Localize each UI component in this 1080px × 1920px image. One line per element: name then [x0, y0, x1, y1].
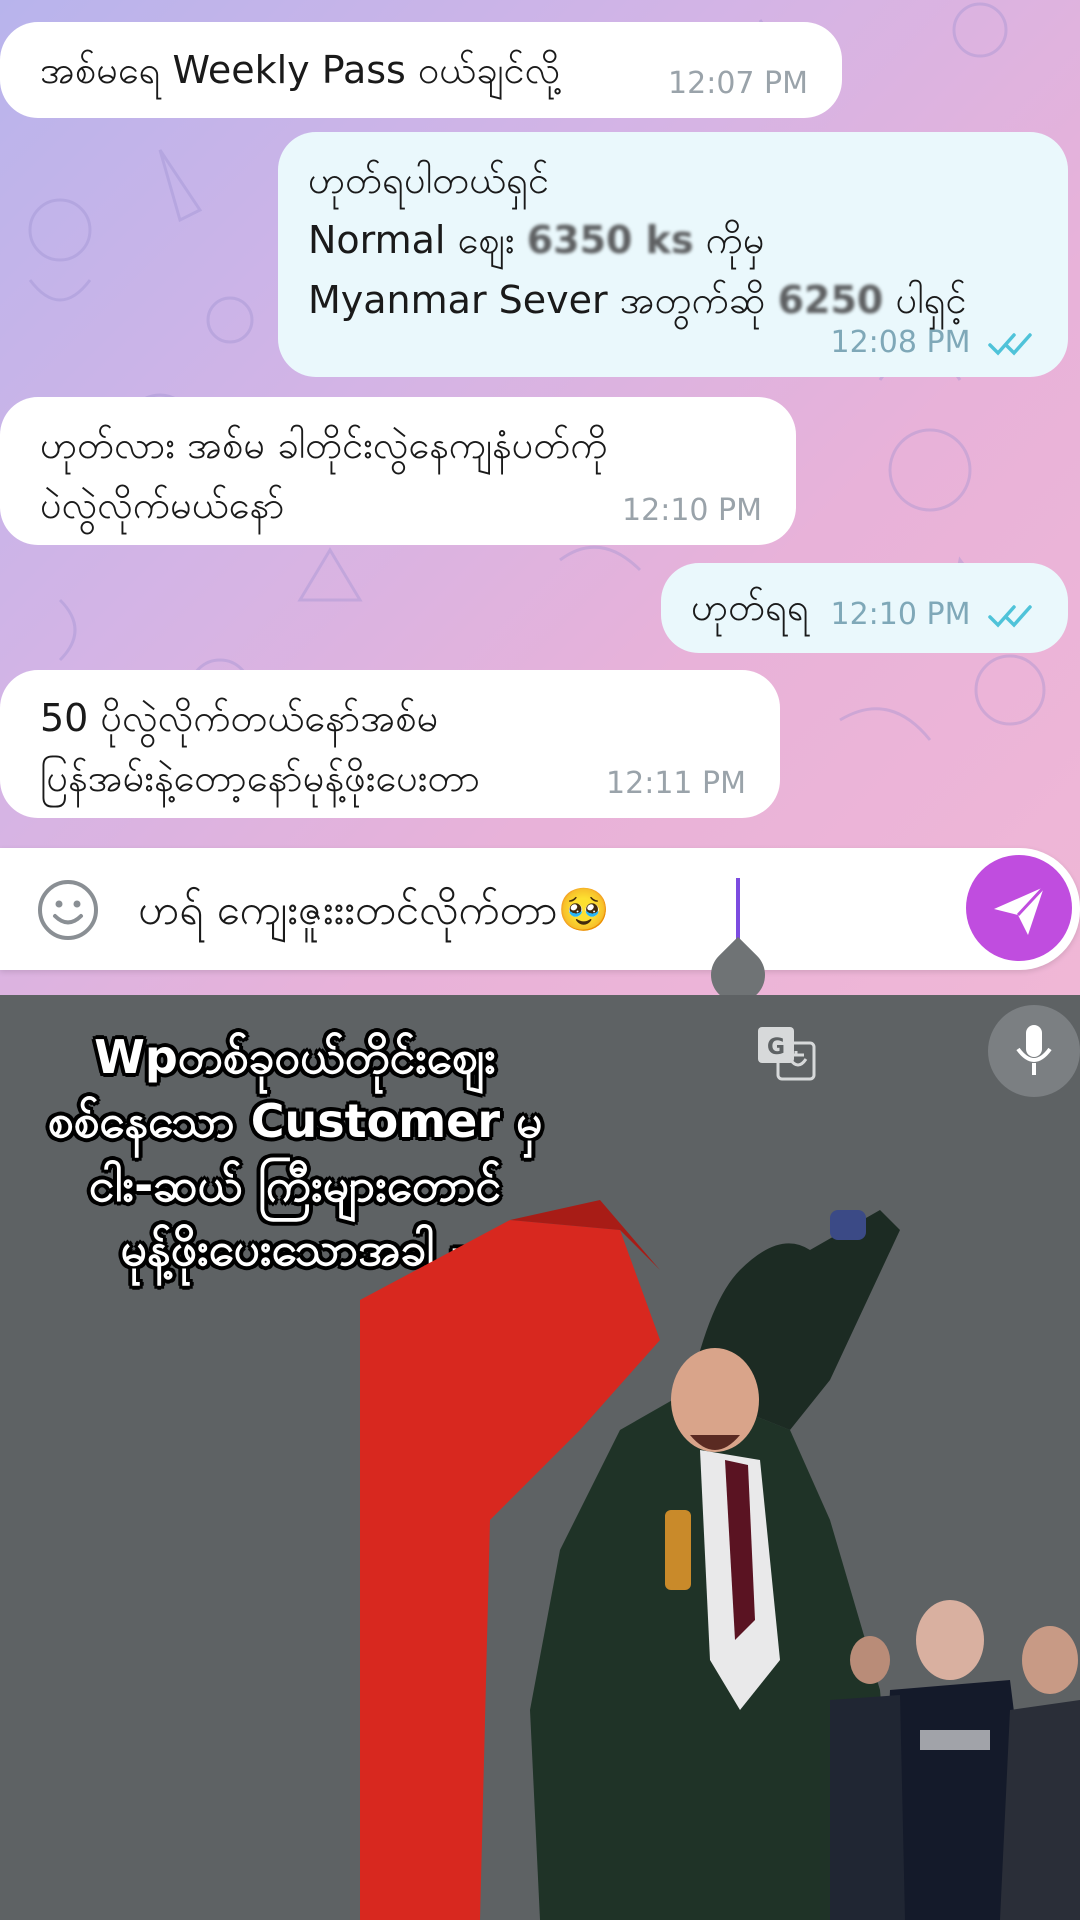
message-time: 12:08 PM: [830, 325, 971, 360]
message-time: 12:07 PM: [668, 66, 808, 101]
caption-line: စစ်နေသော Customer မှ: [47, 1094, 543, 1148]
price-normal: 6350 ks: [526, 218, 694, 262]
chat-background: အစ်မရေ Weekly Pass ဝယ်ချင်လို့ 12:07 PM …: [0, 0, 1080, 995]
message-line: Normal ဈေး 6350 ks ကိုမှ: [308, 218, 765, 262]
double-check-icon: [988, 332, 1032, 356]
send-button[interactable]: [966, 855, 1072, 961]
message-meta: 12:08 PM: [830, 323, 1034, 363]
message-input[interactable]: ဟရ် ကျေးဇူးးးတင်လိုက်တာ🥹: [138, 878, 610, 942]
message-bubble-outgoing[interactable]: ဟုတ်ရရ 12:10 PM: [661, 563, 1068, 653]
message-time: 12:10 PM: [830, 597, 971, 632]
paper-plane-icon: [994, 885, 1046, 935]
message-bubble-outgoing[interactable]: ဟုတ်ရပါတယ်ရှင် Normal ဈေး 6350 ks ကိုမှ …: [278, 132, 1068, 377]
message-line: ဟုတ်ရပါတယ်ရှင်: [308, 158, 550, 202]
message-time: 12:10 PM: [622, 493, 762, 528]
svg-text:G: G: [767, 1035, 785, 1060]
message-composer: ဟရ် ကျေးဇူးးးတင်လိုက်တာ🥹: [0, 848, 1080, 970]
message-line: Myanmar Sever အတွက်ဆို 6250 ပါရှင့်: [308, 278, 967, 322]
message-time: 12:11 PM: [606, 766, 746, 801]
microphone-icon: [1016, 1025, 1052, 1075]
message-bubble-incoming[interactable]: ဟုတ်လား အစ်မ ခါတိုင်းလွဲနေကျနံပတ်ကို ပဲလ…: [0, 397, 796, 545]
caption-line: Wpတစ်ခုဝယ်တိုင်းဈေး: [94, 1030, 496, 1084]
double-check-icon: [988, 604, 1032, 628]
translate-icon[interactable]: G: [756, 1023, 818, 1085]
price-myanmar-server: 6250: [777, 278, 884, 322]
celebration-photo: [360, 1200, 1080, 1920]
text-caret: [736, 878, 740, 944]
message-bubble-incoming[interactable]: အစ်မရေ Weekly Pass ဝယ်ချင်လို့ 12:07 PM: [0, 22, 842, 118]
message-meta: 12:10 PM: [830, 595, 1034, 635]
microphone-button[interactable]: [988, 1005, 1080, 1097]
smiley-icon[interactable]: [36, 878, 100, 942]
message-bubble-incoming[interactable]: 50 ပိုလွဲလိုက်တယ်နော်အစ်မ ပြန်အမ်းနဲ့တော…: [0, 670, 780, 818]
